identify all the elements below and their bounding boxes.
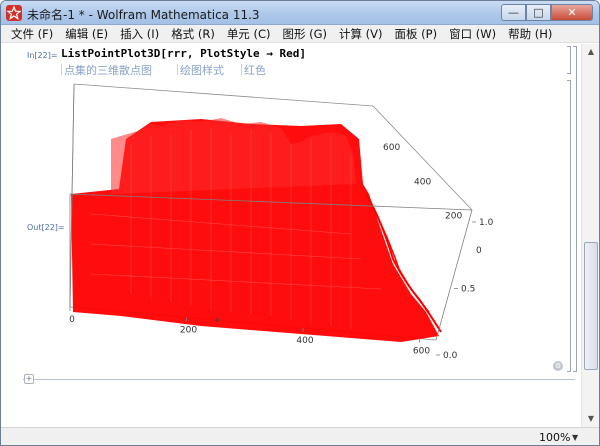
y-axis-tick-label: 200 xyxy=(445,212,462,222)
status-bar: 100% ▼ xyxy=(1,427,599,445)
mathematica-window: 未命名-1 * - Wolfram Mathematica 11.3 — □ ✕… xyxy=(0,0,600,446)
x-axis-tick-label: 200 xyxy=(180,326,197,336)
x-axis-tick-label: 0 xyxy=(69,315,75,325)
point-plot-3d[interactable]: 0 200 400 600 0 200 400 600 0.0 0.5 1.0 xyxy=(1,44,581,427)
menu-help[interactable]: 帮助 (H) xyxy=(502,26,558,42)
menu-palettes[interactable]: 面板 (P) xyxy=(389,26,444,42)
x-axis-tick-label: 600 xyxy=(413,347,430,357)
z-axis-tick-label: 1.0 xyxy=(479,218,494,228)
y-axis-tick-label: 400 xyxy=(414,177,431,187)
minimize-button[interactable]: — xyxy=(501,4,526,21)
scroll-down-icon[interactable]: ▼ xyxy=(584,412,598,426)
scrollbar-thumb[interactable] xyxy=(584,242,598,370)
z-axis-tick-label: 0.5 xyxy=(461,285,475,295)
mathematica-app-icon[interactable] xyxy=(6,5,22,21)
notebook-area[interactable]: In[22]= ListPointPlot3D[rrr, PlotStyle →… xyxy=(1,44,581,427)
gear-icon[interactable]: ⚙ xyxy=(553,361,563,371)
plus-icon[interactable]: + xyxy=(24,374,34,384)
window-controls: — □ ✕ xyxy=(501,4,593,22)
title-bar: 未命名-1 * - Wolfram Mathematica 11.3 — □ ✕ xyxy=(1,1,599,25)
menu-graphics[interactable]: 图形 (G) xyxy=(276,26,333,42)
menu-bar: 文件 (F) 编辑 (E) 插入 (I) 格式 (R) 单元 (C) 图形 (G… xyxy=(1,25,599,43)
zoom-level[interactable]: 100% xyxy=(539,431,570,444)
chevron-down-icon[interactable]: ▼ xyxy=(572,433,578,442)
menu-file[interactable]: 文件 (F) xyxy=(5,26,59,42)
menu-window[interactable]: 窗口 (W) xyxy=(443,26,502,42)
menu-insert[interactable]: 插入 (I) xyxy=(114,26,165,42)
cell-insertion-line[interactable] xyxy=(23,379,575,380)
scroll-up-icon[interactable]: ▲ xyxy=(584,45,598,59)
x-axis-tick-label: 400 xyxy=(296,336,313,346)
menu-edit[interactable]: 编辑 (E) xyxy=(59,26,114,42)
close-button[interactable]: ✕ xyxy=(551,4,593,21)
window-title: 未命名-1 * - Wolfram Mathematica 11.3 xyxy=(27,8,260,22)
maximize-button[interactable]: □ xyxy=(526,4,551,21)
menu-format[interactable]: 格式 (R) xyxy=(165,26,221,42)
menu-cell[interactable]: 单元 (C) xyxy=(221,26,277,42)
y-axis-tick-label: 600 xyxy=(383,143,400,153)
menu-evaluation[interactable]: 计算 (V) xyxy=(333,26,389,42)
z-axis-tick-label: 0.0 xyxy=(443,351,458,361)
vertical-scrollbar[interactable]: ▲ ▼ xyxy=(581,44,599,427)
y-axis-tick-label: 0 xyxy=(476,246,482,256)
